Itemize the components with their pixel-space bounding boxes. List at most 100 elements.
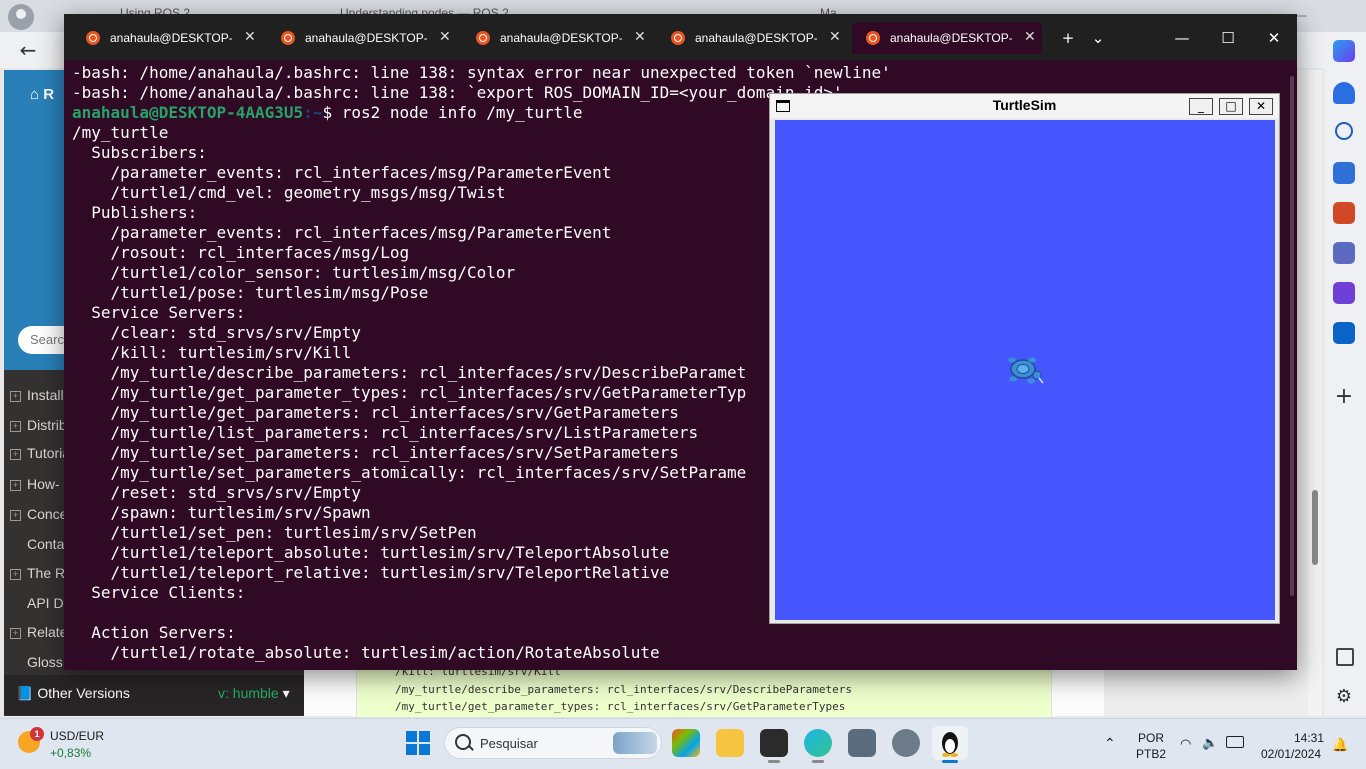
terminal-tab[interactable]: anahaula@DESKTOP-4 ✕ <box>72 22 262 54</box>
docs-nav-item[interactable]: + Relate <box>10 624 70 646</box>
games-icon[interactable] <box>1333 242 1355 264</box>
expand-icon[interactable]: + <box>10 480 21 491</box>
docs-nav-label: How- <box>27 476 60 492</box>
docs-nav-label: Conta <box>27 536 65 552</box>
terminal-tab[interactable]: anahaula@DESKTOP-4 ✕ <box>657 22 847 54</box>
other-versions-bar[interactable]: 📘 Other Versions v: humble ▾ <box>4 675 304 715</box>
docs-nav-label: Conce <box>27 506 68 522</box>
code-line: /my_turtle/describe_parameters: rcl_inte… <box>395 683 852 696</box>
linux-penguin-app-icon[interactable] <box>932 726 968 760</box>
keyboard-layout[interactable]: PTB2 <box>1136 747 1166 761</box>
notification-bell-icon[interactable]: 🔔 <box>1332 737 1348 753</box>
ubuntu-icon <box>281 31 295 45</box>
outlook-icon[interactable] <box>1333 322 1355 344</box>
terminal-tab-active[interactable]: anahaula@DESKTOP- ✕ <box>852 22 1042 54</box>
scrollbar-thumb[interactable] <box>1312 490 1318 565</box>
close-tab-icon[interactable]: ✕ <box>1024 29 1036 45</box>
other-versions-label: 📘 Other Versions <box>16 685 130 701</box>
expand-icon[interactable]: + <box>10 449 21 460</box>
terminal-tab-title: anahaula@DESKTOP-4 <box>110 31 232 45</box>
expand-icon[interactable]: + <box>10 421 21 432</box>
search-icon <box>455 734 471 750</box>
docs-scrollbar[interactable] <box>1308 70 1322 716</box>
toolbox-icon[interactable] <box>1333 202 1355 224</box>
ubuntu-icon <box>476 31 490 45</box>
docs-home-link[interactable]: ⌂ R <box>30 86 54 103</box>
maximize-icon[interactable]: ☐ <box>1216 26 1240 50</box>
terminal-app-icon[interactable] <box>760 729 788 757</box>
running-indicator <box>812 760 824 763</box>
notifications-bell-icon[interactable] <box>1333 82 1355 104</box>
ticker-label: USD/EUR <box>50 729 105 743</box>
close-tab-icon[interactable]: ✕ <box>829 29 841 45</box>
clock-date[interactable]: 02/01/2024 <box>1261 747 1321 761</box>
docs-nav-label: Install <box>27 387 64 403</box>
clock-time[interactable]: 14:31 <box>1294 731 1324 745</box>
turtlesim-titlebar[interactable]: TurtleSim _ □ ✕ <box>770 94 1279 118</box>
copilot-app-icon[interactable] <box>672 729 700 757</box>
search-highlight-icon <box>613 732 657 754</box>
turtlesim-canvas <box>775 120 1275 620</box>
expand-icon[interactable]: + <box>10 510 21 521</box>
docs-nav-item[interactable]: + Conce <box>10 506 70 528</box>
settings-gear-icon[interactable]: ⚙ <box>1333 686 1355 708</box>
docs-nav-label: API D <box>27 595 64 611</box>
battery-icon[interactable] <box>1226 736 1244 748</box>
terminal-tab[interactable]: anahaula@DESKTOP-4 ✕ <box>462 22 652 54</box>
terminal-line: -bash: /home/anahaula/.bashrc: line 138:… <box>72 63 891 82</box>
docs-nav-item[interactable]: + Distrib <box>10 417 70 439</box>
docs-nav-label: Relate <box>27 624 68 640</box>
edge-browser-icon[interactable] <box>804 729 832 757</box>
maximize-icon[interactable]: □ <box>1219 98 1243 115</box>
close-tab-icon[interactable]: ✕ <box>634 29 646 45</box>
expand-icon[interactable]: + <box>10 569 21 580</box>
expand-icon[interactable]: + <box>10 391 21 402</box>
profile-avatar-icon[interactable] <box>8 4 34 30</box>
settings-app-icon[interactable] <box>892 729 920 757</box>
docs-nav-label: Gloss <box>27 654 63 670</box>
terminal-tab-title: anahaula@DESKTOP- <box>890 31 1012 45</box>
windows-taskbar: 1 USD/EUR +0,83% Pesquisar ⌃ POR PTB2 ◠ … <box>0 718 1366 769</box>
show-hidden-icons-icon[interactable]: ⌃ <box>1104 735 1116 752</box>
ubuntu-icon <box>671 31 685 45</box>
close-tab-icon[interactable]: ✕ <box>439 29 451 45</box>
prompt-symbol: $ <box>322 103 342 122</box>
new-tab-icon[interactable]: + <box>1056 26 1080 50</box>
active-indicator <box>942 760 958 763</box>
docs-nav-item[interactable]: + The R <box>10 565 70 587</box>
docs-nav-label: The R <box>27 565 66 581</box>
copilot-icon[interactable] <box>1333 40 1355 62</box>
add-icon[interactable]: + <box>1333 386 1355 408</box>
docs-nav-item[interactable]: + How- <box>10 476 70 498</box>
calculator-icon[interactable] <box>848 729 876 757</box>
docs-brand-label: R <box>43 86 55 103</box>
expand-icon[interactable]: + <box>10 628 21 639</box>
minimize-icon[interactable]: _ <box>1189 98 1213 115</box>
turtlesim-window[interactable]: TurtleSim _ □ ✕ <box>769 93 1280 624</box>
tab-dropdown-icon[interactable]: ⌄ <box>1086 26 1110 50</box>
version-selector[interactable]: v: humble ▾ <box>218 685 290 702</box>
prompt-user: anahaula@DESKTOP-4AAG3U5 <box>72 103 304 122</box>
close-window-icon[interactable]: ✕ <box>1249 98 1273 115</box>
start-button[interactable] <box>404 729 432 757</box>
sidebar-toggle-icon[interactable] <box>1336 648 1354 666</box>
language-indicator[interactable]: POR <box>1138 731 1164 745</box>
docs-nav-item[interactable]: + Install <box>10 387 70 409</box>
minimize-icon[interactable]: — <box>1170 26 1194 50</box>
docs-nav-item[interactable]: + Tutoria <box>10 445 70 467</box>
volume-icon[interactable]: 🔈 <box>1202 735 1218 751</box>
taskbar-search-input[interactable]: Pesquisar <box>444 727 662 759</box>
back-arrow-icon[interactable]: ← <box>16 38 40 62</box>
tag-icon[interactable] <box>1333 162 1355 184</box>
terminal-tab-title: anahaula@DESKTOP-4 <box>500 31 622 45</box>
microsoft365-icon[interactable] <box>1333 282 1355 304</box>
wifi-icon[interactable]: ◠ <box>1180 736 1191 752</box>
ubuntu-icon <box>86 31 100 45</box>
file-explorer-icon[interactable] <box>716 729 744 757</box>
ticker-change: +0,83% <box>50 746 92 760</box>
close-tab-icon[interactable]: ✕ <box>244 29 256 45</box>
close-window-icon[interactable]: ✕ <box>1262 26 1286 50</box>
terminal-scrollbar[interactable] <box>1290 76 1294 596</box>
terminal-tab[interactable]: anahaula@DESKTOP-4 ✕ <box>267 22 457 54</box>
search-icon[interactable] <box>1335 122 1353 140</box>
